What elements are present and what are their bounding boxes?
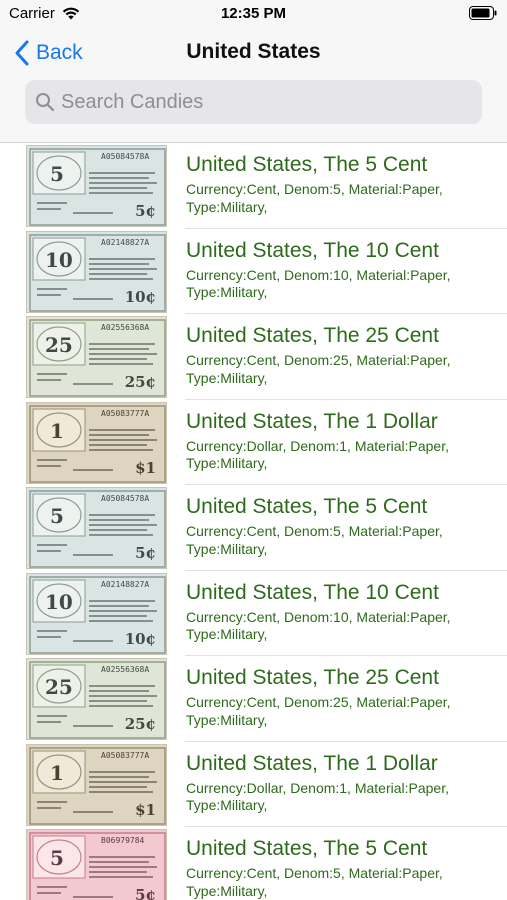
item-subtitle: Currency:Cent, Denom:10, Material:Paper,… [186,266,451,301]
item-subtitle: Currency:Cent, Denom:25, Material:Paper,… [186,694,451,728]
note-thumbnail: 25 A02556368A 25¢ [26,658,167,740]
note-corner-value: 5¢ [135,544,156,562]
note-corner-value: 10¢ [124,287,156,306]
note-denomination: 1 [50,760,64,785]
note-denomination: 25 [45,333,73,357]
navigation-bar: Carrier 12:35 PM Back United States [0,0,507,143]
search-bar[interactable] [25,80,482,124]
note-corner-value: $1 [135,800,156,819]
note-serial: A02148827A [101,237,150,247]
list-item[interactable]: 25 A02556368A 25¢ United States, The 25 Cen… [0,656,507,742]
note-thumbnail: 10 A02148827A 10¢ [26,572,167,655]
item-subtitle: Currency:Dollar, Denom:1, Material:Paper… [186,779,449,814]
item-subtitle: Currency:Dollar, Denom:1, Material:Paper… [186,437,449,472]
list-item[interactable]: 5 A05084578A 5¢ United States, The 5 Cent Cu… [0,485,507,571]
item-title: United States, The 1 Dollar [186,751,438,775]
item-subtitle: Currency:Cent, Denom:25, Material:Paper,… [186,352,451,386]
item-title: United States, The 10 Cent [186,238,439,262]
item-title: United States, The 1 Dollar [186,409,438,433]
note-corner-value: 5¢ [135,886,156,900]
item-subtitle: Currency:Cent, Denom:5, Material:Paper, … [186,865,443,899]
list-item[interactable]: 5 A05084578A 5¢ United States, The 5 Cent Cu… [0,143,507,229]
item-title: United States, The 5 Cent [186,837,428,860]
note-denomination: 5 [50,504,64,528]
note-thumbnail: 5 A05084578A 5¢ [26,145,167,227]
item-subtitle: Currency:Cent, Denom:5, Material:Paper, … [186,523,443,557]
note-thumbnail: 10 A02148827A 10¢ [26,230,167,313]
search-input[interactable] [61,90,461,114]
note-corner-value: 5¢ [135,202,156,220]
status-bar: Carrier 12:35 PM [0,0,507,28]
item-title: United States, The 25 Cent [186,666,439,689]
note-serial: A05083777A [101,408,150,418]
item-title: United States, The 5 Cent [186,495,428,518]
candy-list: 5 A05084578A 5¢ United States, The 5 Cent Cu… [0,143,507,900]
note-thumbnail: 1 A05083777A $1 [26,401,167,484]
note-corner-value: $1 [135,458,156,477]
list-item[interactable]: 25 A02556368A 25¢ United States, The 25 Cen… [0,314,507,400]
note-serial: A02148827A [101,579,150,589]
search-icon [36,93,55,112]
battery-icon [469,6,497,20]
note-serial: A05084578A [101,152,150,161]
list-item[interactable]: 1 A05083777A $1 United States, The 1 Dollar… [0,400,507,486]
note-denomination: 1 [50,418,64,443]
note-denomination: 5 [50,846,64,870]
note-thumbnail: 25 A02556368A 25¢ [26,316,167,398]
note-thumbnail: 5 A05084578A 5¢ [26,487,167,569]
note-corner-value: 25¢ [124,373,156,391]
list-item[interactable]: 5 B06979784 5¢ United States, The 5 Cent Cur… [0,827,507,900]
page-title: United States [186,40,321,63]
list-item[interactable]: 1 A05083777A $1 United States, The 1 Dollar… [0,742,507,828]
note-denomination: 10 [45,589,73,614]
item-title: United States, The 5 Cent [186,153,428,176]
note-corner-value: 25¢ [124,715,156,733]
note-serial: A05083777A [101,750,150,760]
note-corner-value: 10¢ [124,629,156,648]
note-denomination: 25 [45,675,73,699]
list-item[interactable]: 10 A02148827A 10¢ United States, The 10 Cen… [0,571,507,657]
note-denomination: 5 [50,162,64,186]
status-time: 12:35 PM [220,5,287,22]
item-title: United States, The 25 Cent [186,324,439,347]
item-subtitle: Currency:Cent, Denom:10, Material:Paper,… [186,608,451,643]
note-serial: A02556368A [101,665,150,674]
note-serial: A02556368A [101,323,150,332]
item-title: United States, The 10 Cent [186,580,439,604]
note-serial: B06979784 [101,836,145,845]
note-serial: A05084578A [101,494,150,503]
note-thumbnail: 5 B06979784 5¢ [26,829,167,900]
note-denomination: 10 [45,247,73,272]
list-item[interactable]: 10 A02148827A 10¢ United States, The 10 Cen… [0,229,507,315]
note-thumbnail: 1 A05083777A $1 [26,743,167,826]
item-subtitle: Currency:Cent, Denom:5, Material:Paper, … [186,181,443,215]
